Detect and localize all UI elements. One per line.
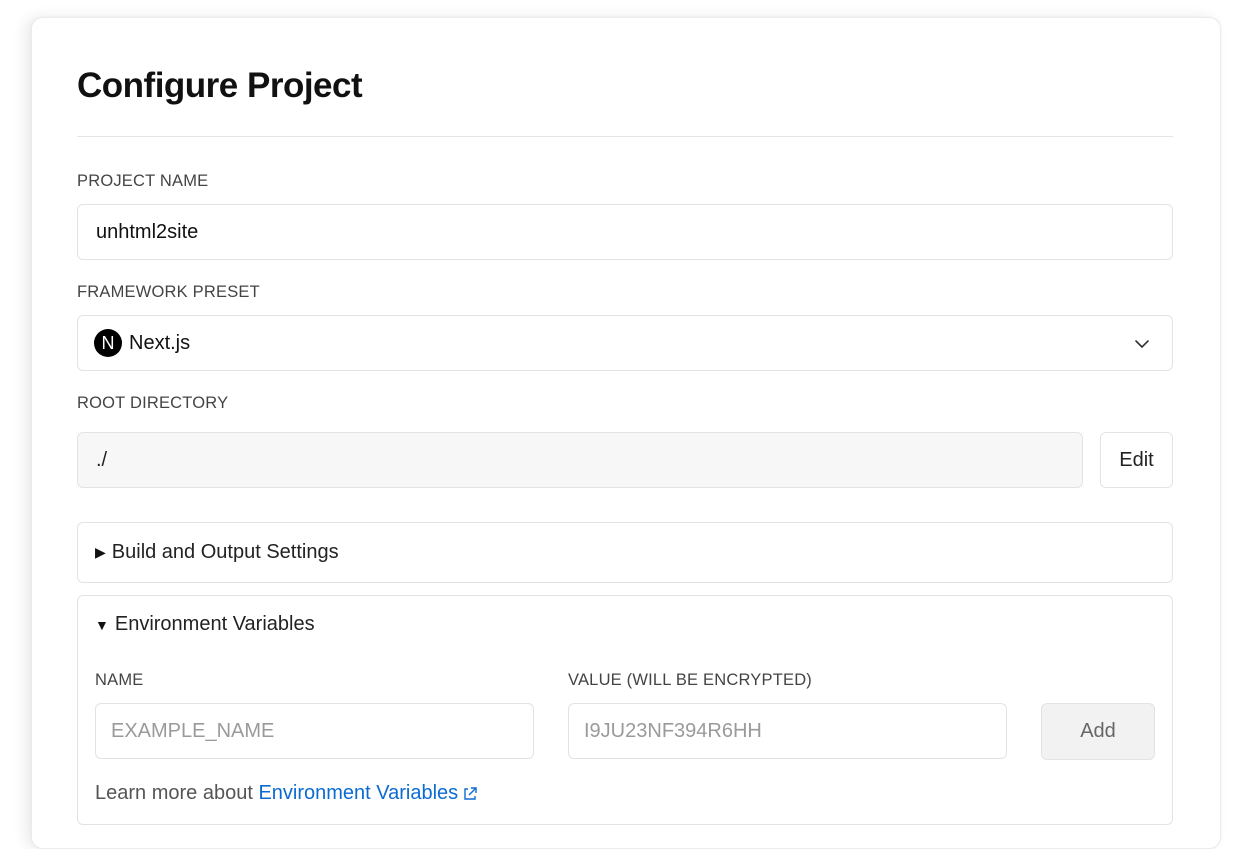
root-directory-value: ./	[96, 448, 108, 471]
environment-variables-label: Environment Variables	[114, 613, 315, 635]
env-name-input[interactable]	[96, 719, 533, 743]
chevron-down-icon	[1135, 340, 1149, 348]
build-output-settings-toggle[interactable]: ▶ Build and Output Settings	[95, 541, 339, 564]
framework-selected-label: Next.js	[129, 331, 191, 354]
project-name-field[interactable]	[77, 204, 1173, 260]
environment-variables-link-label: Environment Variables	[258, 782, 459, 804]
external-link-icon	[464, 787, 477, 800]
expand-triangle-icon: ▶	[95, 544, 106, 560]
project-name-label: PROJECT NAME	[77, 172, 209, 190]
env-name-field[interactable]	[95, 703, 534, 759]
environment-variables-link[interactable]: Environment Variables	[258, 782, 478, 804]
root-directory-field: ./	[77, 432, 1083, 488]
add-env-variable-button[interactable]: Add	[1041, 703, 1155, 760]
framework-preset-label: FRAMEWORK PRESET	[77, 283, 260, 301]
framework-preset-select[interactable]: N Next.js	[77, 315, 1173, 371]
nextjs-logo-icon: N	[94, 329, 122, 357]
root-directory-label: ROOT DIRECTORY	[77, 394, 229, 412]
framework-selected-value: N Next.js	[78, 329, 190, 357]
env-value-input[interactable]	[569, 719, 1006, 743]
page-title: Configure Project	[77, 66, 363, 105]
env-learn-more: Learn more about Environment Variables	[95, 782, 478, 805]
collapse-triangle-icon: ▼	[95, 616, 109, 633]
title-divider	[77, 136, 1173, 137]
environment-variables-toggle[interactable]: ▼ Environment Variables	[95, 613, 315, 636]
env-value-field[interactable]	[568, 703, 1007, 759]
learn-more-prefix: Learn more about	[95, 782, 253, 804]
edit-root-directory-button[interactable]: Edit	[1100, 432, 1173, 488]
env-name-label: NAME	[95, 671, 144, 689]
project-name-input[interactable]	[78, 220, 1172, 244]
build-output-settings-label: Build and Output Settings	[111, 541, 339, 563]
env-value-label: VALUE (WILL BE ENCRYPTED)	[568, 671, 813, 689]
